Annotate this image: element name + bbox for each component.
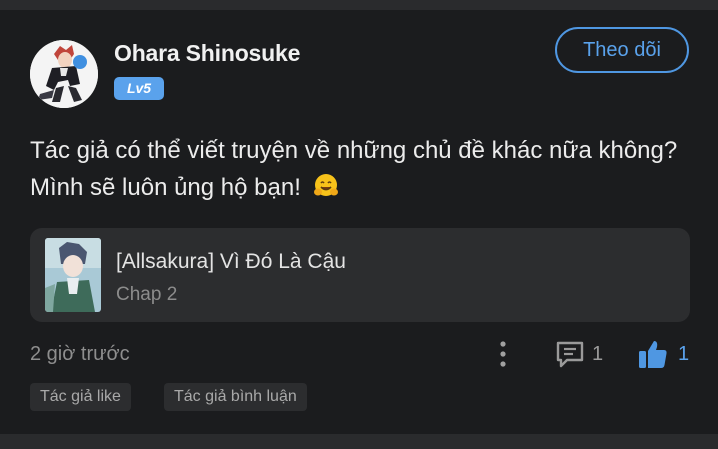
story-link-card[interactable]: [Allsakura] Vì Đó Là Cậu Chap 2 [30,228,690,322]
comment-body: Tác giả có thể viết truyện về những chủ … [30,132,690,206]
hugging-face-emoji-icon [312,172,340,200]
like-count: 1 [678,342,690,365]
manga-cover-thumbnail-icon [45,238,101,312]
story-chapter: Chap 2 [116,284,178,305]
author-liked-tag: Tác giả like [30,383,131,411]
anime-character-avatar-icon [30,40,98,108]
follow-button[interactable]: Theo dõi [555,27,689,73]
level-badge: Lv5 [114,77,164,100]
reply-count: 1 [592,342,604,365]
reply-button[interactable]: 1 [555,338,603,370]
top-divider [0,0,718,10]
comment-card [0,10,718,434]
bottom-divider [0,434,718,449]
more-options-button[interactable] [491,338,515,370]
more-vertical-icon [500,341,506,367]
like-button[interactable]: 1 [637,337,689,371]
comment-timestamp: 2 giờ trước [30,343,130,365]
username[interactable]: Ohara Shinosuke [114,40,300,67]
author-commented-tag: Tác giả bình luận [164,383,307,411]
comment-text: Tác giả có thể viết truyện về những chủ … [30,137,678,201]
thumbs-up-icon [639,341,667,368]
comment-icon [556,341,584,368]
story-title: [Allsakura] Vì Đó Là Cậu [116,250,346,273]
user-avatar[interactable] [30,40,98,108]
